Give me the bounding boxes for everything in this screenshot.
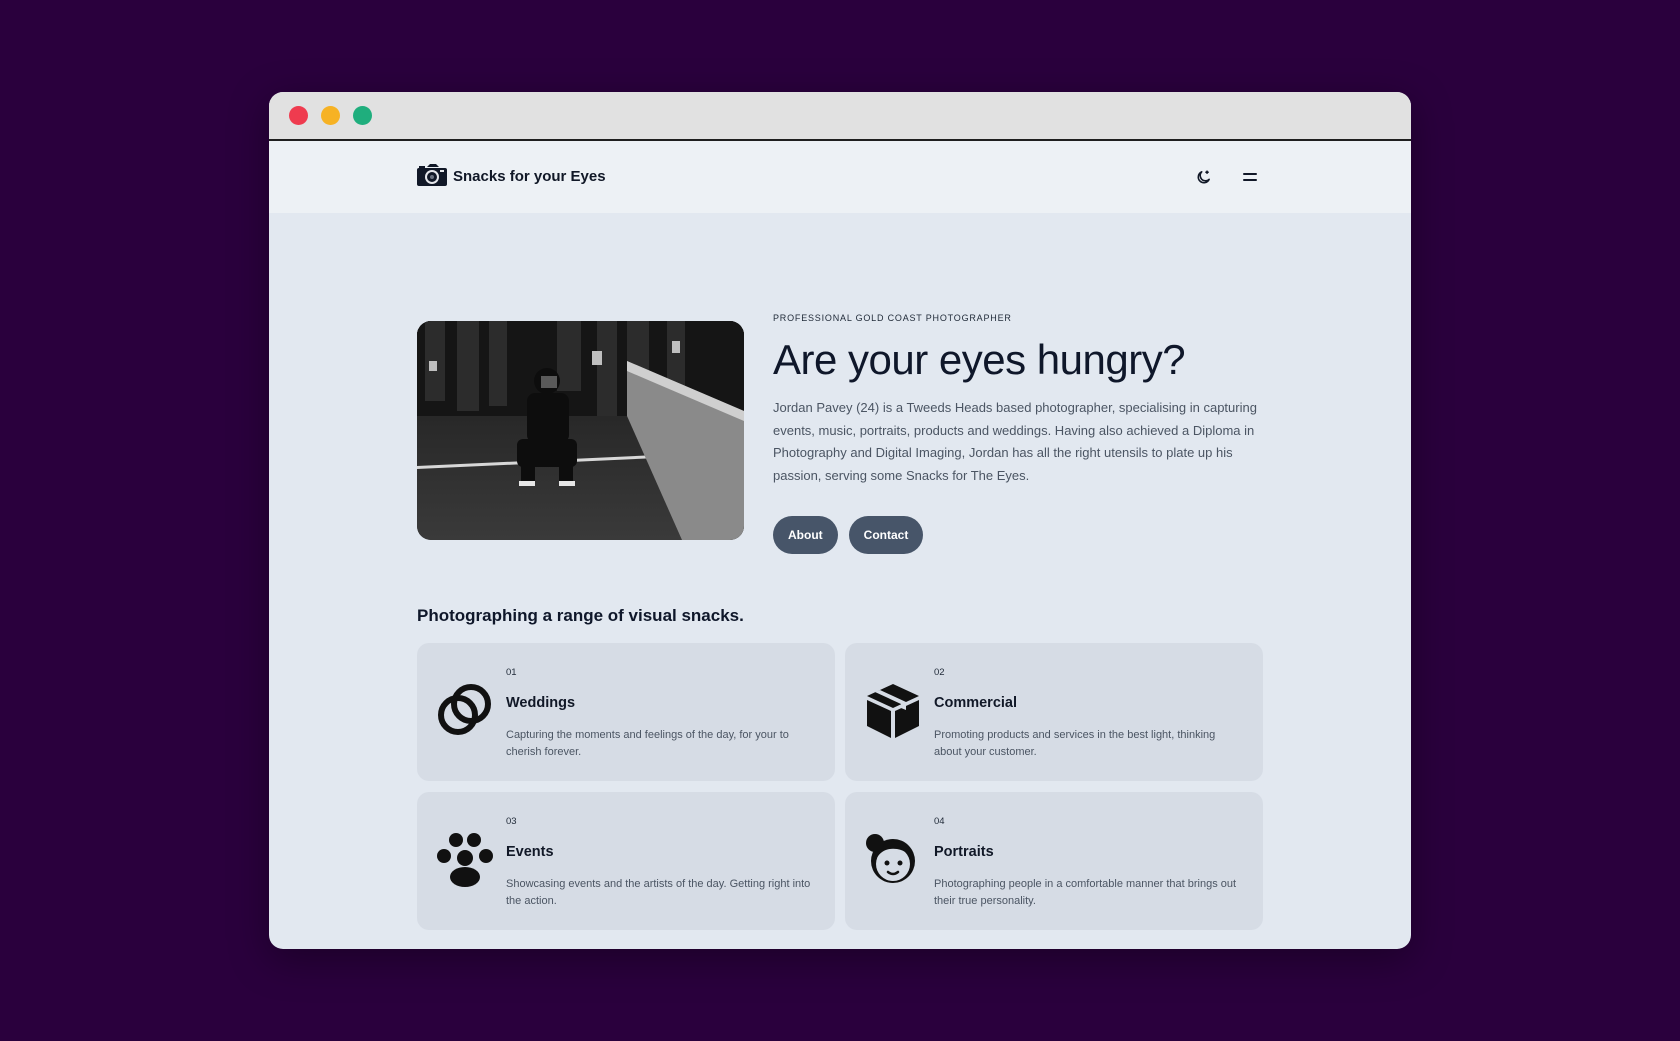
- service-title: Portraits: [934, 844, 994, 860]
- service-card-commercial[interactable]: 02 Commercial Promoting products and ser…: [845, 643, 1263, 781]
- camera-icon: [417, 164, 447, 186]
- browser-window: Snacks for your Eyes PROFESSIONAL GOLD C…: [269, 92, 1411, 949]
- hero-text: PROFESSIONAL GOLD COAST PHOTOGRAPHER Are…: [773, 313, 1263, 555]
- services-title: Photographing a range of visual snacks.: [417, 606, 744, 625]
- rings-icon: [438, 684, 491, 735]
- service-title: Events: [506, 844, 554, 860]
- brand-name: Snacks for your Eyes: [453, 167, 606, 185]
- service-number: 03: [506, 816, 517, 827]
- service-number: 01: [506, 667, 517, 678]
- menu-button[interactable]: [1238, 165, 1262, 189]
- crowd-icon: [437, 833, 493, 887]
- service-number: 02: [934, 667, 945, 678]
- service-title: Commercial: [934, 695, 1018, 711]
- hero-buttons: About Contact: [773, 516, 1263, 555]
- about-button[interactable]: About: [773, 516, 838, 555]
- hamburger-icon: [1243, 173, 1257, 181]
- hero-title: Are your eyes hungry?: [773, 336, 1186, 383]
- minimize-window-button[interactable]: [321, 106, 340, 125]
- site-navbar: Snacks for your Eyes: [269, 141, 1411, 213]
- hero-eyebrow: PROFESSIONAL GOLD COAST PHOTOGRAPHER: [773, 313, 1012, 323]
- service-card-portraits[interactable]: 04 Portraits Photographing people in a c…: [845, 792, 1263, 930]
- service-card-events[interactable]: 03 Events Showcasing events and the arti…: [417, 792, 835, 930]
- brand-link[interactable]: Snacks for your Eyes: [417, 164, 606, 188]
- hero-photo: [417, 321, 744, 540]
- service-card-weddings[interactable]: 01 Weddings Capturing the moments and fe…: [417, 643, 835, 781]
- service-title: Weddings: [506, 695, 576, 711]
- theme-toggle-button[interactable]: [1191, 165, 1215, 189]
- hero-description: Jordan Pavey (24) is a Tweeds Heads base…: [773, 400, 1257, 483]
- close-window-button[interactable]: [289, 106, 308, 125]
- service-description: Promoting products and services in the b…: [934, 729, 1216, 758]
- service-number: 04: [934, 816, 945, 827]
- service-description: Capturing the moments and feelings of th…: [506, 729, 789, 758]
- contact-button[interactable]: Contact: [848, 516, 924, 555]
- service-description: Photographing people in a comfortable ma…: [934, 878, 1237, 907]
- service-description: Showcasing events and the artists of the…: [506, 878, 811, 907]
- box-icon: [867, 684, 919, 738]
- moon-icon: [1197, 169, 1210, 183]
- face-icon: [866, 834, 915, 883]
- maximize-window-button[interactable]: [353, 106, 372, 125]
- window-titlebar: [269, 92, 1411, 141]
